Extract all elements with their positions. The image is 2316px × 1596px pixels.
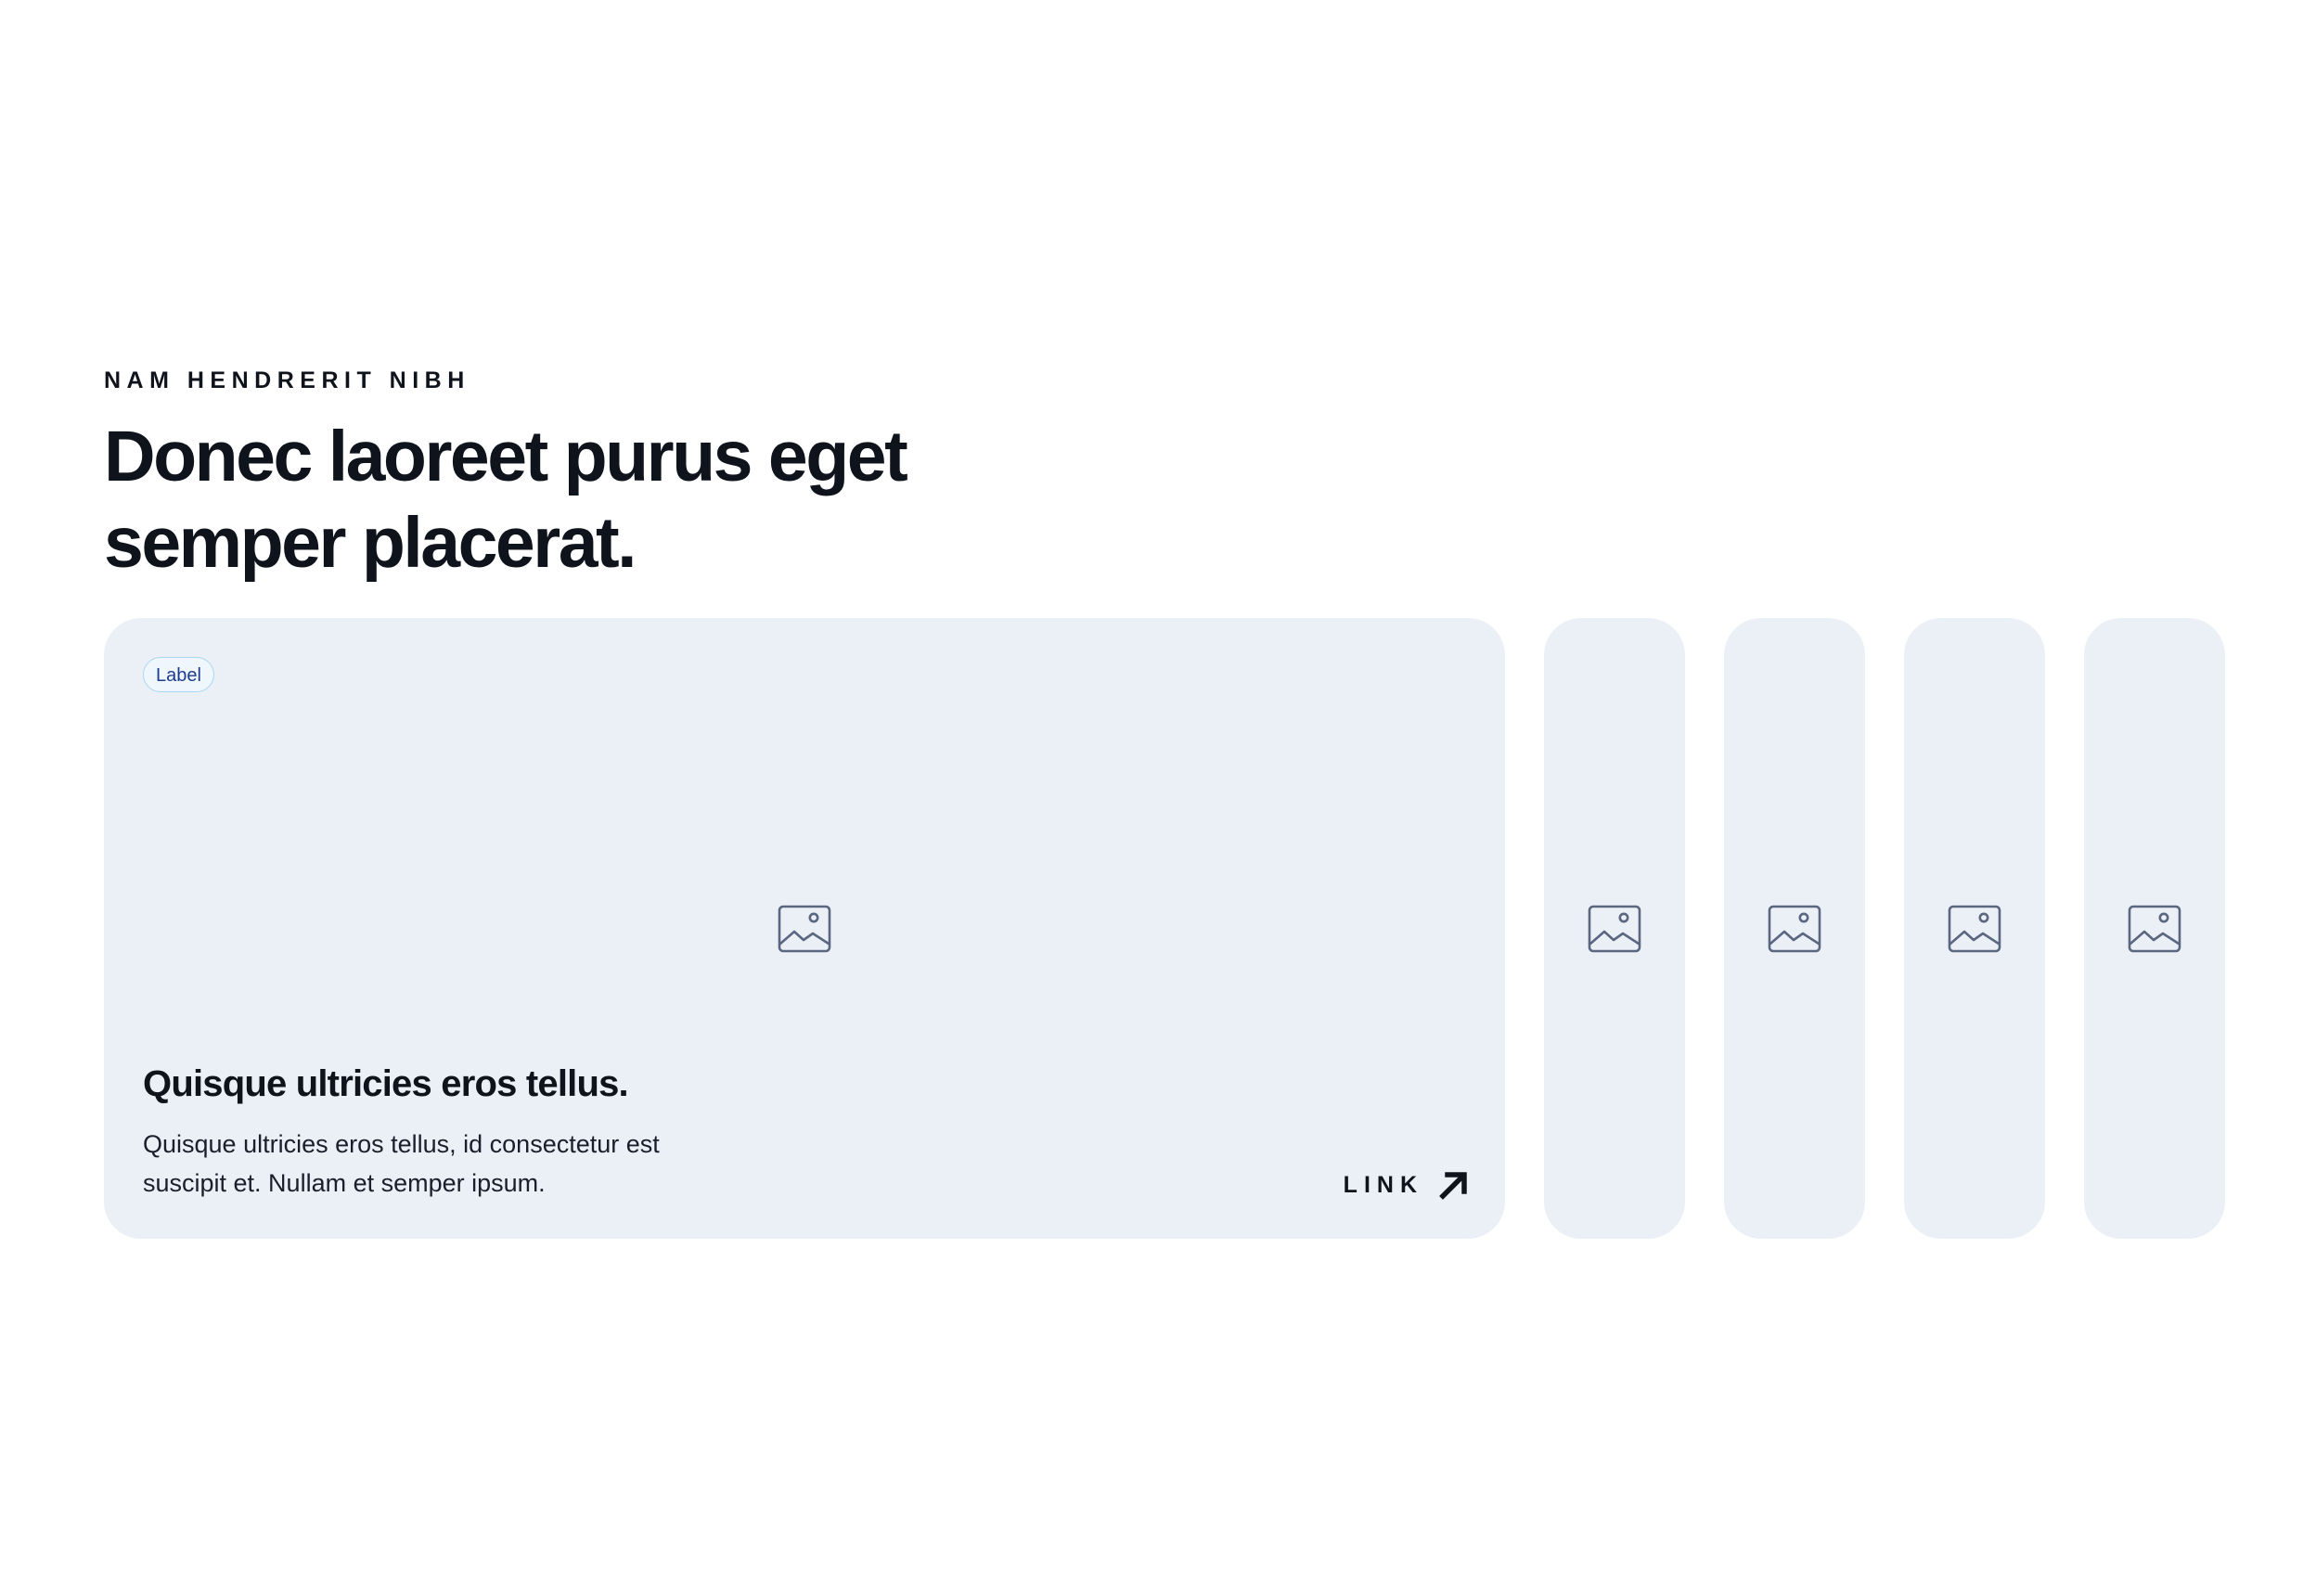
- card-carousel: Label Quisque ultricies eros tellus. Qui…: [104, 618, 2225, 1239]
- feature-card-collapsed-4[interactable]: [2084, 618, 2225, 1239]
- feature-card-collapsed-1[interactable]: [1544, 618, 1685, 1239]
- card-description: Quisque ultricies eros tellus, id consec…: [143, 1130, 660, 1197]
- eyebrow-text: NAM HENDRERIT NIBH: [104, 367, 470, 393]
- image-placeholder-icon: [2128, 905, 2181, 953]
- feature-card-expanded[interactable]: Label Quisque ultricies eros tellus. Qui…: [104, 618, 1505, 1239]
- image-placeholder-icon: [1948, 905, 2001, 953]
- arrow-up-right-icon: [1439, 1172, 1467, 1200]
- page-headline: Donec laoreet purus eget semper placerat…: [104, 417, 908, 583]
- section-header: NAM HENDRERIT NIBH Donec laoreet purus e…: [104, 367, 2225, 586]
- card-link[interactable]: LINK: [1344, 1169, 1470, 1201]
- card-link-label: LINK: [1343, 1172, 1423, 1198]
- image-placeholder-icon: [778, 905, 831, 953]
- card-title: Quisque ultricies eros tellus.: [143, 1063, 629, 1104]
- card-label-chip: Label: [143, 657, 214, 692]
- feature-card-collapsed-3[interactable]: [1904, 618, 2045, 1239]
- image-placeholder-icon: [1588, 905, 1641, 953]
- feature-card-collapsed-2[interactable]: [1724, 618, 1865, 1239]
- image-placeholder-icon: [1768, 905, 1821, 953]
